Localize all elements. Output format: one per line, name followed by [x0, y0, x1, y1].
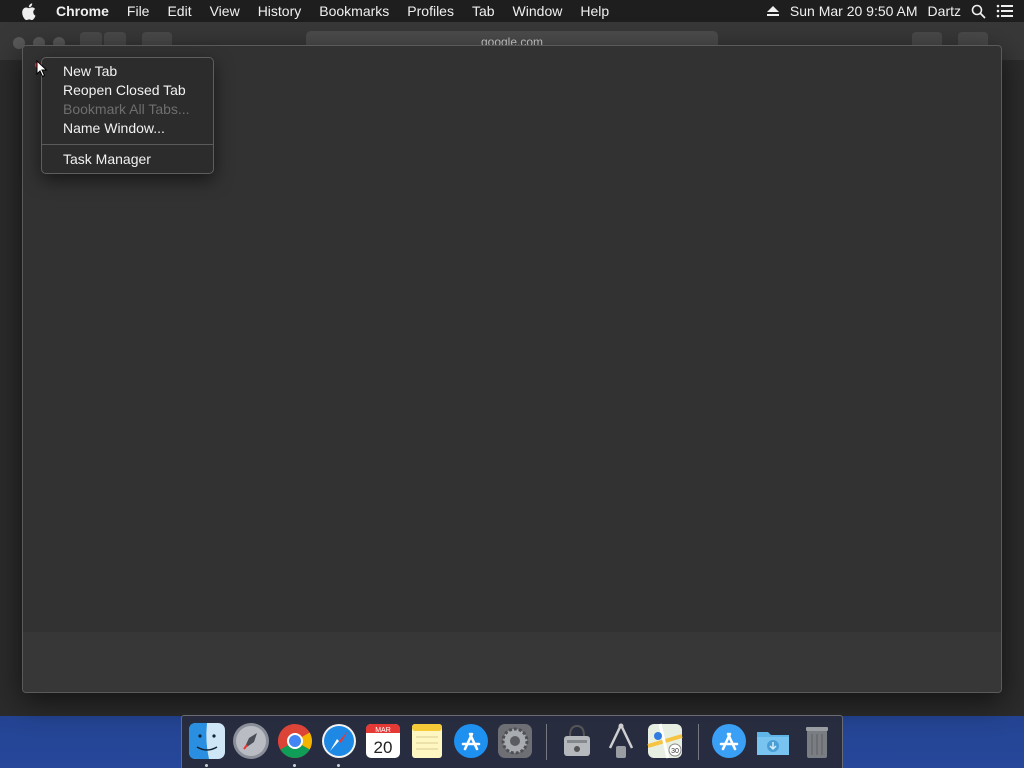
notes-icon[interactable] — [408, 722, 446, 760]
user-name[interactable]: Dartz — [928, 3, 961, 19]
menu-item-reopen-closed-tab[interactable]: Reopen Closed Tab — [42, 81, 213, 100]
running-indicator — [205, 764, 208, 767]
running-indicator — [293, 764, 296, 767]
dock-separator — [546, 724, 547, 760]
menu-bookmarks[interactable]: Bookmarks — [310, 0, 398, 22]
menu-item-new-tab[interactable]: New Tab — [42, 62, 213, 81]
downloads-folder-icon[interactable] — [754, 722, 792, 760]
calendar-icon[interactable]: MAR 20 — [364, 722, 402, 760]
menu-history[interactable]: History — [249, 0, 311, 22]
safari-icon[interactable] — [320, 722, 358, 760]
menu-separator — [42, 144, 213, 145]
launchpad-icon[interactable] — [232, 722, 270, 760]
calendar-day: 20 — [374, 738, 393, 757]
menu-item-bookmark-all-tabs: Bookmark All Tabs... — [63, 101, 190, 117]
system-information-icon[interactable] — [602, 722, 640, 760]
notification-center-icon[interactable] — [996, 4, 1014, 18]
clock[interactable]: Sun Mar 20 9:50 AM — [790, 3, 918, 19]
system-preferences-icon[interactable] — [496, 722, 534, 760]
apple-menu-icon[interactable] — [0, 2, 56, 20]
menu-tab[interactable]: Tab — [463, 0, 504, 22]
menu-profiles[interactable]: Profiles — [398, 0, 463, 22]
eject-icon[interactable] — [766, 5, 780, 17]
finder-icon[interactable] — [188, 722, 226, 760]
menu-chrome[interactable]: Chrome — [56, 0, 118, 22]
tab-context-menu: New Tab Reopen Closed Tab Bookmark All T… — [41, 57, 214, 174]
menu-view[interactable]: View — [201, 0, 249, 22]
calendar-month: MAR — [375, 727, 391, 734]
spotlight-search-icon[interactable] — [971, 4, 986, 19]
trash-icon[interactable] — [798, 722, 836, 760]
menu-window[interactable]: Window — [504, 0, 572, 22]
app-store-icon[interactable] — [452, 722, 490, 760]
menu-help[interactable]: Help — [571, 0, 618, 22]
menu-file[interactable]: File — [118, 0, 159, 22]
app-store-folder-icon[interactable] — [710, 722, 748, 760]
disk-utility-icon[interactable] — [558, 722, 596, 760]
chrome-icon[interactable] — [276, 722, 314, 760]
menu-edit[interactable]: Edit — [158, 0, 200, 22]
dock-separator — [698, 724, 699, 760]
menu-item-name-window[interactable]: Name Window... — [42, 119, 213, 138]
menu-bar: Chrome File Edit View History Bookmarks … — [0, 0, 1024, 22]
running-indicator — [337, 764, 340, 767]
window-footer — [23, 632, 1001, 692]
menu-item-task-manager[interactable]: Task Manager — [42, 150, 213, 169]
maps-badge: 30 — [671, 748, 679, 755]
maps-icon[interactable]: 30 — [646, 722, 684, 760]
dock: MAR 20 30 — [181, 715, 843, 768]
